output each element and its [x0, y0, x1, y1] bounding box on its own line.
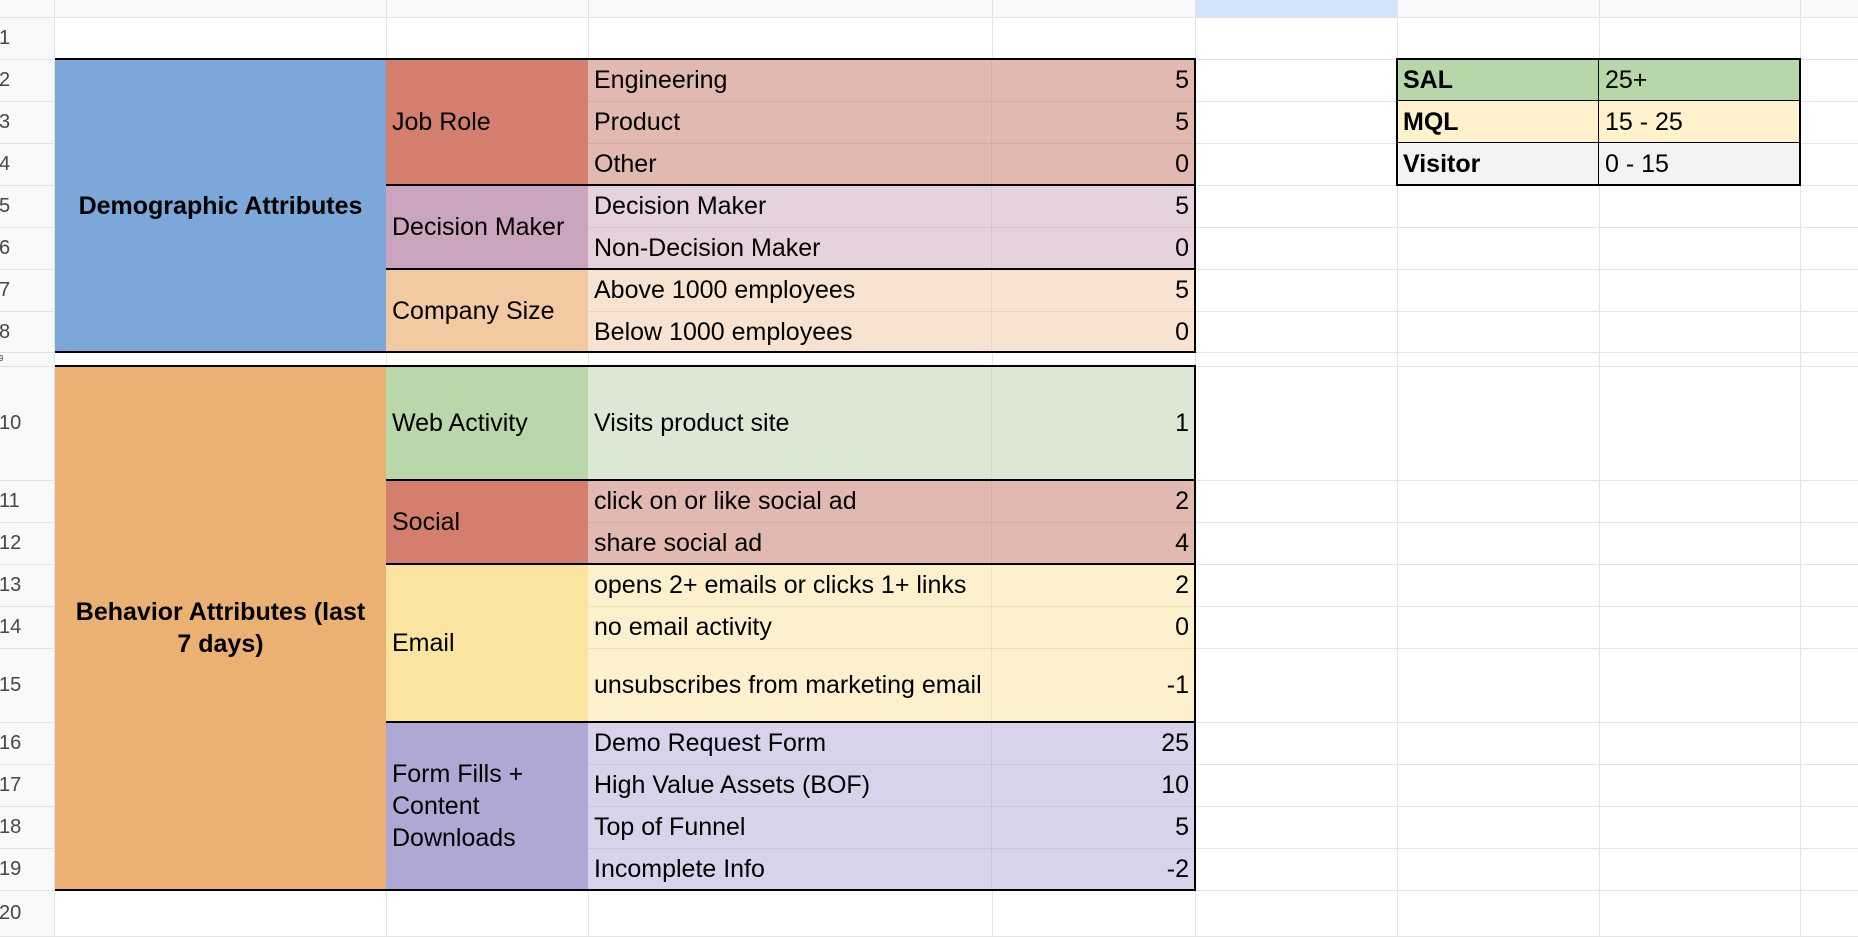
row-number[interactable]: 14 [0, 606, 54, 648]
border-line [1396, 58, 1398, 186]
row-number[interactable]: 9 [0, 352, 54, 366]
border-line [55, 58, 1195, 60]
attribute-score[interactable]: 5 [992, 269, 1195, 311]
attribute-score[interactable]: 0 [992, 606, 1195, 648]
row-number[interactable]: 12 [0, 522, 54, 564]
attribute-score[interactable]: 5 [992, 806, 1195, 848]
border-line [1194, 58, 1196, 353]
attribute-label[interactable]: no email activity [588, 606, 992, 648]
legend-range-mql[interactable]: 15 - 25 [1599, 101, 1800, 143]
attribute-label[interactable]: High Value Assets (BOF) [588, 764, 992, 806]
attribute-score[interactable]: 2 [992, 480, 1195, 522]
row-number[interactable]: 6 [0, 227, 54, 269]
row-divider [588, 101, 1195, 102]
row-number[interactable]: 1 [0, 17, 54, 59]
border-line [55, 351, 1195, 353]
attribute-label[interactable]: unsubscribes from marketing email [588, 648, 992, 722]
grid-row-line [0, 17, 1858, 18]
category-social[interactable]: Social [386, 480, 588, 564]
border-line [1598, 58, 1599, 186]
category-form-fills[interactable]: Form Fills + Content Downloads [386, 722, 588, 890]
row-number[interactable]: 16 [0, 722, 54, 764]
attribute-score[interactable]: -1 [992, 648, 1195, 722]
row-number[interactable]: 10 [0, 366, 54, 480]
attribute-score[interactable]: 2 [992, 564, 1195, 606]
group-demographic[interactable]: Demographic Attributes [55, 59, 386, 352]
attribute-label[interactable]: Visits product site [588, 366, 992, 480]
legend-stage-mql[interactable]: MQL [1397, 101, 1599, 143]
category-email[interactable]: Email [386, 564, 588, 722]
attribute-score[interactable]: 0 [992, 227, 1195, 269]
row-divider [588, 227, 1195, 228]
row-divider [588, 848, 1195, 849]
attribute-label[interactable]: Other [588, 143, 992, 185]
attribute-score[interactable]: 5 [992, 185, 1195, 227]
attribute-label[interactable]: Non-Decision Maker [588, 227, 992, 269]
category-decision-maker[interactable]: Decision Maker [386, 185, 588, 269]
row-number[interactable]: 7 [0, 269, 54, 311]
row-number[interactable]: 15 [0, 648, 54, 722]
attribute-label[interactable]: Engineering [588, 59, 992, 101]
attribute-label[interactable]: Product [588, 101, 992, 143]
attribute-label[interactable]: opens 2+ emails or clicks 1+ links [588, 564, 992, 606]
row-number[interactable]: 2 [0, 59, 54, 101]
row-number[interactable]: 19 [0, 848, 54, 890]
attribute-label[interactable]: Top of Funnel [588, 806, 992, 848]
attribute-score[interactable]: 1 [992, 366, 1195, 480]
row-divider [588, 311, 1195, 312]
border-line [386, 479, 1195, 481]
legend-range-sal[interactable]: 25+ [1599, 59, 1800, 101]
border-line [386, 563, 1195, 565]
border-line [55, 365, 1195, 367]
attribute-score[interactable]: 4 [992, 522, 1195, 564]
row-divider [588, 648, 1195, 649]
column-header-selected[interactable] [1195, 0, 1397, 17]
legend-stage-visitor[interactable]: Visitor [1397, 143, 1599, 185]
row-number[interactable]: 18 [0, 806, 54, 848]
border-line [1799, 58, 1801, 186]
attribute-score[interactable]: 0 [992, 143, 1195, 185]
row-divider [588, 522, 1195, 523]
border-line [386, 721, 1195, 723]
border-line [386, 184, 1195, 186]
row-number[interactable]: 20 [0, 890, 54, 936]
row-divider [588, 143, 1195, 144]
attribute-label[interactable]: Below 1000 employees [588, 311, 992, 352]
attribute-score[interactable]: 25 [992, 722, 1195, 764]
border-line [1194, 365, 1196, 891]
row-divider [588, 806, 1195, 807]
row-number[interactable]: 4 [0, 143, 54, 185]
attribute-score[interactable]: 5 [992, 59, 1195, 101]
attribute-label[interactable]: Decision Maker [588, 185, 992, 227]
row-number[interactable]: 8 [0, 311, 54, 352]
attribute-score[interactable]: 5 [992, 101, 1195, 143]
border-line [55, 889, 1195, 891]
row-number[interactable]: 13 [0, 564, 54, 606]
attribute-label[interactable]: share social ad [588, 522, 992, 564]
row-number[interactable]: 11 [0, 480, 54, 522]
attribute-label[interactable]: Above 1000 employees [588, 269, 992, 311]
row-divider [588, 606, 1195, 607]
category-job-role[interactable]: Job Role [386, 59, 588, 185]
group-behavior[interactable]: Behavior Attributes (last 7 days) [55, 366, 386, 890]
attribute-label[interactable]: click on or like social ad [588, 480, 992, 522]
attribute-score[interactable]: 0 [992, 311, 1195, 352]
attribute-label[interactable]: Incomplete Info [588, 848, 992, 890]
column-header-bar [0, 0, 1858, 18]
row-number[interactable]: 5 [0, 185, 54, 227]
border-line [386, 268, 1195, 270]
legend-range-visitor[interactable]: 0 - 15 [1599, 143, 1800, 185]
attribute-score[interactable]: 10 [992, 764, 1195, 806]
category-company-size[interactable]: Company Size [386, 269, 588, 352]
attribute-label[interactable]: Demo Request Form [588, 722, 992, 764]
category-web-activity[interactable]: Web Activity [386, 366, 588, 480]
row-number[interactable]: 17 [0, 764, 54, 806]
attribute-score[interactable]: -2 [992, 848, 1195, 890]
legend-stage-sal[interactable]: SAL [1397, 59, 1599, 101]
row-number[interactable]: 3 [0, 101, 54, 143]
row-divider [588, 764, 1195, 765]
